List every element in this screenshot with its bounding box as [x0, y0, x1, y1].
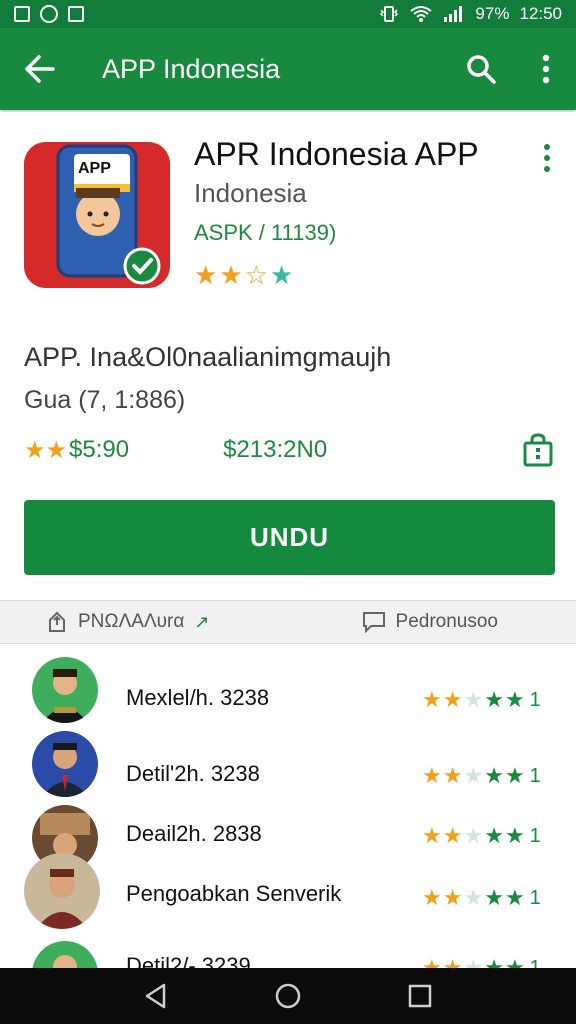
comment-icon	[362, 612, 385, 633]
install-button[interactable]: UNDU	[24, 500, 555, 575]
reviewer-name: Detil'2h. 3238	[126, 761, 260, 786]
review-rating-label: 1	[529, 689, 541, 711]
price-stars: ★★	[24, 436, 68, 464]
list-item[interactable]: Mexlel/h. 3238 ★ ★ ★ ★ ★ 1	[0, 657, 576, 727]
reviewer-name: Mexlel/h. 3238	[126, 685, 270, 710]
reviewer-name: Detil2/- 3239	[126, 953, 251, 968]
wishlist-button[interactable]	[522, 433, 554, 467]
back-nav-icon[interactable]	[142, 982, 170, 1010]
reviewer-name: Deail2h. 2838	[126, 821, 262, 846]
review-stars: ★ ★ ★ ★ ★ 1	[422, 957, 541, 969]
tab-comments-label: Pedronusoo	[395, 611, 498, 632]
review-stars: ★ ★ ★ ★ ★ 1	[422, 687, 541, 712]
avatar	[32, 941, 98, 968]
app-description: APP. Ina&Ol0naalianimgmaujh	[24, 342, 392, 372]
recents-nav-icon[interactable]	[406, 982, 434, 1010]
review-rating-label: 1	[529, 825, 541, 847]
app-developer[interactable]: Indonesia	[194, 178, 307, 209]
back-button[interactable]	[0, 28, 80, 110]
app-icon: APP	[24, 142, 170, 288]
app-icon-badge-text: APP	[78, 160, 111, 177]
dot	[544, 144, 550, 150]
signal-icon	[444, 6, 463, 22]
search-button[interactable]	[446, 28, 516, 110]
star-full-icon: ★	[269, 260, 294, 290]
avatar	[32, 731, 98, 797]
review-stars: ★ ★ ★ ★ ★ 1	[422, 823, 541, 848]
review-rating-label: 1	[529, 887, 541, 909]
list-item[interactable]: Detil2/- 3239 ★ ★ ★ ★ ★ 1	[0, 941, 576, 968]
status-bar: 97% 12:50	[0, 0, 576, 28]
app-header: APP APR Indonesia APP Indonesia ASPK / 1…	[0, 112, 576, 600]
reviewer-name: Pengoabkan Senverik	[126, 881, 342, 906]
price-left-value: $5:90	[69, 436, 130, 463]
review-stars: ★ ★ ★ ★ ★ 1	[422, 885, 541, 910]
avatar	[32, 657, 98, 723]
star-full-icon: ★	[194, 260, 218, 290]
app-meta: ASPK / 11139)	[194, 220, 337, 245]
app-subinfo: Gua (7, 1:886)	[24, 386, 186, 414]
header-overflow-button[interactable]	[530, 138, 564, 178]
star-outline-icon: ☆	[244, 260, 268, 290]
app-bar: APP Indonesia	[0, 28, 576, 110]
shopping-bag-icon	[523, 433, 553, 467]
wifi-icon	[410, 6, 433, 22]
app-rating-stars: ★ ★ ☆ ★	[194, 262, 293, 288]
notification-icon	[14, 6, 30, 22]
review-stars: ★ ★ ★ ★ ★ 1	[422, 763, 541, 788]
app-title: APR Indonesia APP	[194, 136, 479, 172]
avatar	[24, 853, 100, 929]
list-item[interactable]: Detil'2h. 3238 ★ ★ ★ ★ ★ 1	[0, 731, 576, 801]
battery-percent: 97%	[475, 4, 510, 23]
back-arrow-icon	[25, 55, 55, 83]
dot	[544, 166, 550, 172]
list-item[interactable]: Pengoabkan Senverik ★ ★ ★ ★ ★ 1	[0, 853, 576, 929]
tab-share-label: ΡΝΩΛΑΛυrα	[78, 611, 185, 632]
tab-bar: ΡΝΩΛΑΛυrα ↗ Pedronusoo	[0, 600, 576, 644]
vibrate-icon	[380, 6, 399, 22]
overflow-menu-button[interactable]	[516, 28, 576, 110]
price-row: ★★ $5:90 $213:2N0	[24, 432, 554, 468]
share-icon	[49, 611, 65, 632]
sync-icon	[40, 5, 58, 23]
dot	[544, 155, 550, 161]
review-rating-label: 1	[529, 957, 541, 968]
home-nav-icon[interactable]	[274, 982, 302, 1010]
system-nav-bar	[0, 968, 576, 1024]
more-vert-icon	[542, 54, 550, 84]
review-list: Mexlel/h. 3238 ★ ★ ★ ★ ★ 1 Detil'2h. 3238 ★ ★…	[0, 645, 576, 968]
arrow-small-icon: ↗	[194, 611, 210, 632]
search-icon	[467, 55, 496, 84]
review-rating-label: 1	[529, 765, 541, 787]
price-left-group: ★★ $5:90	[24, 436, 129, 465]
tab-comments[interactable]: Pedronusoo	[362, 611, 498, 633]
star-full-icon: ★	[219, 260, 243, 290]
price-right-value: $213:2N0	[223, 436, 328, 463]
app-bar-title: APP Indonesia	[102, 53, 281, 84]
download-icon	[68, 6, 84, 22]
tab-share[interactable]: ΡΝΩΛΑΛυrα ↗	[46, 611, 209, 633]
clock: 12:50	[519, 4, 562, 23]
